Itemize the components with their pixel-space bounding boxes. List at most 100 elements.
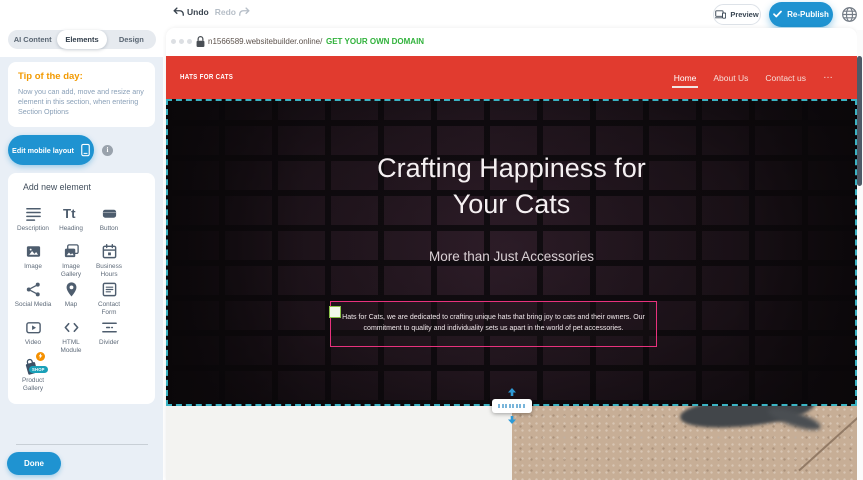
- divider-icon: [101, 319, 118, 336]
- site-nav: Home About Us Contact us …: [674, 56, 833, 99]
- mobile-layout-row: Edit mobile layout i: [8, 135, 155, 165]
- hero-subheading[interactable]: More than Just Accessories: [166, 249, 857, 264]
- svg-text:Tt: Tt: [63, 206, 76, 221]
- code-icon: [63, 319, 80, 336]
- add-element-card: Add new element Description Tt Heading: [8, 173, 155, 404]
- lock-icon: [195, 35, 206, 48]
- resize-arrow-down-icon: [507, 416, 516, 424]
- nav-contact-us[interactable]: Contact us: [765, 69, 806, 87]
- nav-home[interactable]: Home: [674, 69, 697, 87]
- add-element-title: Add new element: [23, 182, 91, 192]
- next-section-photo: [512, 406, 858, 480]
- get-domain-link[interactable]: GET YOUR OWN DOMAIN: [326, 37, 424, 46]
- site-viewport: HATS FOR CATS Home About Us Contact us ……: [166, 56, 857, 480]
- element-contact-form[interactable]: Contact Form: [90, 279, 128, 317]
- element-heading[interactable]: Tt Heading: [52, 203, 90, 241]
- info-icon[interactable]: i: [102, 145, 113, 156]
- section-options-panel: AI Content Elements Design Tip of the da…: [0, 0, 163, 480]
- business-hours-icon: [101, 243, 118, 260]
- element-image-gallery[interactable]: Image Gallery: [52, 241, 90, 279]
- element-label: HTML Module: [52, 339, 90, 355]
- element-product-gallery[interactable]: SHOP Product Gallery: [14, 355, 52, 393]
- element-label: Divider: [99, 339, 119, 347]
- browser-bar: n1566589.websitebuilder.online/ GET YOUR…: [166, 28, 857, 56]
- selected-text-element[interactable]: Hats for Cats, we are dedicated to craft…: [330, 301, 657, 347]
- preview-button[interactable]: Preview: [713, 4, 761, 25]
- element-image[interactable]: Image: [14, 241, 52, 279]
- selection-handle[interactable]: [329, 306, 341, 318]
- topbar-actions: Preview Re-Publish: [713, 0, 858, 28]
- undo-redo-group: Undo Redo: [172, 6, 251, 17]
- website-builder-app: Section options Undo Redo Preview: [0, 0, 863, 480]
- element-business-hours[interactable]: Business Hours: [90, 241, 128, 279]
- undo-icon: [172, 6, 184, 17]
- redo-icon: [239, 6, 251, 17]
- product-gallery-icon: SHOP: [22, 357, 44, 374]
- redo-label: Redo: [215, 7, 236, 17]
- element-label: Heading: [59, 225, 83, 233]
- panel-divider: [16, 444, 148, 445]
- heading-icon: Tt: [63, 205, 80, 222]
- image-icon: [25, 243, 42, 260]
- site-logo[interactable]: HATS FOR CATS: [180, 72, 233, 81]
- republish-label: Re-Publish: [787, 10, 829, 19]
- tip-heading: Tip of the day:: [18, 71, 145, 82]
- tip-body: Now you can add, move and resize any ele…: [18, 87, 145, 117]
- element-label: Social Media: [15, 301, 52, 309]
- tip-of-the-day-card: Tip of the day: Now you can add, move an…: [8, 62, 155, 127]
- done-button[interactable]: Done: [7, 452, 61, 475]
- site-header: HATS FOR CATS Home About Us Contact us …: [166, 56, 857, 99]
- contact-form-icon: [101, 281, 118, 298]
- element-label: Image Gallery: [52, 263, 90, 279]
- nav-more-menu[interactable]: …: [823, 66, 833, 85]
- tab-elements[interactable]: Elements: [57, 30, 106, 49]
- element-label: Business Hours: [90, 263, 128, 279]
- image-gallery-icon: [63, 243, 80, 260]
- scrollbar-thumb[interactable]: [857, 56, 862, 186]
- element-button[interactable]: Button: [90, 203, 128, 241]
- phone-icon: [81, 143, 90, 157]
- preview-label: Preview: [730, 10, 758, 19]
- undo-label: Undo: [187, 7, 209, 17]
- site-url[interactable]: n1566589.websitebuilder.online/: [208, 37, 322, 46]
- element-grid: Description Tt Heading Button: [14, 203, 128, 393]
- map-pin-icon: [63, 281, 80, 298]
- edit-mobile-label: Edit mobile layout: [12, 146, 74, 155]
- element-video[interactable]: Video: [14, 317, 52, 355]
- shop-badge: SHOP: [29, 366, 48, 373]
- element-label: Product Gallery: [14, 377, 52, 393]
- redo-button[interactable]: Redo: [215, 6, 251, 17]
- section-resize-handle[interactable]: [492, 399, 532, 413]
- element-description[interactable]: Description: [14, 203, 52, 241]
- element-map[interactable]: Map: [52, 279, 90, 317]
- element-label: Description: [17, 225, 49, 233]
- resize-arrow-up-icon: [507, 388, 516, 396]
- hero-section[interactable]: Crafting Happiness for Your Cats More th…: [166, 99, 857, 406]
- next-section-blank: [166, 406, 512, 480]
- element-divider[interactable]: Divider: [90, 317, 128, 355]
- video-icon: [25, 319, 42, 336]
- hero-body-text: Hats for Cats, we are dedicated to craft…: [339, 313, 648, 335]
- element-label: Contact Form: [90, 301, 128, 317]
- preview-scrollbar: [857, 30, 863, 480]
- element-social-media[interactable]: Social Media: [14, 279, 52, 317]
- nav-about-us[interactable]: About Us: [713, 69, 748, 87]
- language-globe-icon[interactable]: [841, 6, 858, 23]
- tab-design[interactable]: Design: [107, 30, 156, 49]
- check-icon: [773, 10, 782, 18]
- description-icon: [25, 205, 42, 222]
- edit-mobile-layout-button[interactable]: Edit mobile layout: [8, 135, 94, 165]
- site-preview-window: n1566589.websitebuilder.online/ GET YOUR…: [166, 28, 857, 480]
- hero-heading[interactable]: Crafting Happiness for Your Cats: [166, 151, 857, 222]
- tab-ai-content[interactable]: AI Content: [8, 30, 57, 49]
- panel-tabs: AI Content Elements Design: [8, 30, 156, 49]
- window-dots: [171, 39, 192, 44]
- panel-body: Tip of the day: Now you can add, move an…: [0, 57, 163, 480]
- undo-button[interactable]: Undo: [172, 6, 209, 17]
- devices-icon: [715, 10, 726, 19]
- element-label: Map: [65, 301, 77, 309]
- element-label: Image: [24, 263, 42, 271]
- social-media-icon: [25, 281, 42, 298]
- republish-button[interactable]: Re-Publish: [769, 2, 833, 27]
- element-html-module[interactable]: HTML Module: [52, 317, 90, 355]
